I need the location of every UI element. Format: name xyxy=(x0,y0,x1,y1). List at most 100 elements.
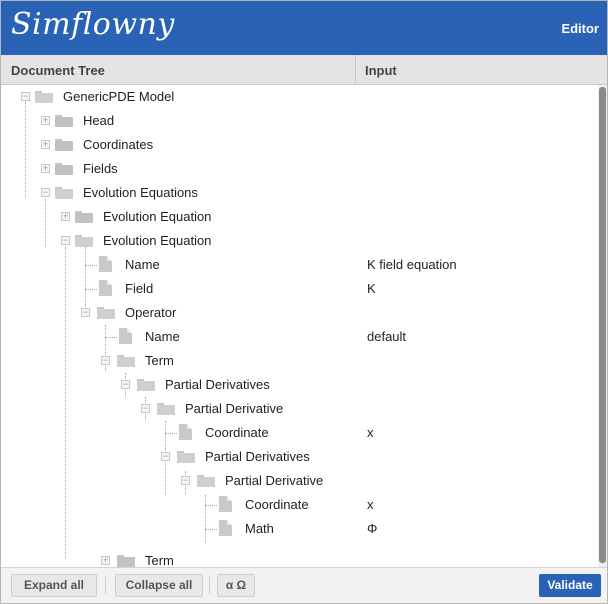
folder-icon xyxy=(55,115,73,127)
expand-toggle[interactable]: + xyxy=(61,212,70,221)
folder-icon xyxy=(55,163,73,175)
symbols-button[interactable]: α Ω xyxy=(217,574,255,597)
tree-node[interactable]: − Evolution Equations xyxy=(1,181,598,205)
document-icon xyxy=(99,280,112,296)
folder-open-icon xyxy=(117,355,135,367)
document-icon xyxy=(119,328,132,344)
collapse-toggle[interactable]: − xyxy=(61,236,70,245)
tree-connector xyxy=(85,289,97,290)
node-label: Head xyxy=(83,113,115,128)
footer-toolbar: Expand all Collapse all α Ω Validate xyxy=(1,567,607,603)
tree-connector xyxy=(105,337,117,338)
collapse-toggle[interactable]: − xyxy=(21,92,30,101)
tree-connector xyxy=(205,505,217,506)
collapse-toggle[interactable]: − xyxy=(81,308,90,317)
expand-toggle[interactable]: + xyxy=(41,116,50,125)
tree-connector xyxy=(85,265,97,266)
node-label: Math xyxy=(245,521,274,536)
document-icon xyxy=(219,496,232,512)
node-label: Evolution Equation xyxy=(103,209,212,224)
tree-node[interactable]: + Fields xyxy=(1,157,598,181)
node-label: Partial Derivative xyxy=(185,401,284,416)
tree-node[interactable]: Coordinate x xyxy=(1,421,598,445)
collapse-toggle[interactable]: − xyxy=(141,404,150,413)
node-value[interactable]: x xyxy=(367,425,374,440)
collapse-toggle[interactable]: − xyxy=(101,356,110,365)
collapse-all-button[interactable]: Collapse all xyxy=(115,574,203,597)
node-label: Term xyxy=(145,353,174,368)
tree-node[interactable]: − Term xyxy=(1,349,598,373)
folder-open-icon xyxy=(197,475,215,487)
node-value[interactable]: Φ xyxy=(367,521,377,536)
folder-icon xyxy=(55,139,73,151)
tree-node[interactable]: − GenericPDE Model xyxy=(1,85,598,109)
node-value[interactable]: K field equation xyxy=(367,257,457,272)
tree-node[interactable]: Name K field equation xyxy=(1,253,598,277)
tree-node[interactable]: Field K xyxy=(1,277,598,301)
folder-open-icon xyxy=(177,451,195,463)
node-label: Coordinate xyxy=(245,497,309,512)
node-label: Coordinates xyxy=(83,137,154,152)
expand-toggle[interactable]: + xyxy=(41,140,50,149)
node-label: Coordinate xyxy=(205,425,269,440)
document-icon xyxy=(99,256,112,272)
tree-node[interactable]: − Partial Derivatives xyxy=(1,445,598,469)
expand-toggle[interactable]: + xyxy=(101,556,110,565)
collapse-toggle[interactable]: − xyxy=(121,380,130,389)
column-input[interactable]: Input xyxy=(365,63,397,78)
document-tree: − GenericPDE Model + Head + Coordinates … xyxy=(1,85,598,567)
tree-node[interactable]: + Evolution Equation xyxy=(1,205,598,229)
tree-node[interactable]: − Partial Derivatives xyxy=(1,373,598,397)
document-icon xyxy=(219,520,232,536)
scrollbar-thumb[interactable] xyxy=(599,87,606,563)
folder-open-icon xyxy=(35,91,53,103)
folder-icon xyxy=(75,211,93,223)
node-label: Name xyxy=(125,257,160,272)
collapse-toggle[interactable]: − xyxy=(41,188,50,197)
collapse-toggle[interactable]: − xyxy=(181,476,190,485)
node-value[interactable]: default xyxy=(367,329,406,344)
toolbar-separator xyxy=(105,577,106,594)
folder-open-icon xyxy=(137,379,155,391)
tree-node[interactable]: − Partial Derivative xyxy=(1,397,598,421)
folder-open-icon xyxy=(55,187,73,199)
node-label: Field xyxy=(125,281,154,296)
node-label: Partial Derivatives xyxy=(205,449,310,464)
node-label: Partial Derivative xyxy=(225,473,324,488)
tree-node[interactable]: − Evolution Equation xyxy=(1,229,598,253)
folder-icon xyxy=(117,555,135,567)
tree-node[interactable]: + Coordinates xyxy=(1,133,598,157)
tree-node[interactable]: Name default xyxy=(1,325,598,349)
node-value[interactable]: K xyxy=(367,281,376,296)
tree-node[interactable]: − Operator xyxy=(1,301,598,325)
column-separator[interactable] xyxy=(355,55,356,85)
node-label: Operator xyxy=(125,305,177,320)
node-label: Evolution Equation xyxy=(103,233,212,248)
node-label: GenericPDE Model xyxy=(63,89,175,104)
tree-node[interactable]: + Head xyxy=(1,109,598,133)
tree-node[interactable]: Math Φ xyxy=(1,517,598,541)
validate-button[interactable]: Validate xyxy=(539,574,601,597)
mode-label: Editor xyxy=(561,21,599,36)
tree-node[interactable]: + Term xyxy=(1,549,598,567)
expand-toggle[interactable]: + xyxy=(41,164,50,173)
expand-all-button[interactable]: Expand all xyxy=(11,574,97,597)
collapse-toggle[interactable]: − xyxy=(161,452,170,461)
toolbar-separator xyxy=(209,577,210,594)
column-document-tree[interactable]: Document Tree xyxy=(11,63,105,78)
app-header: Simflowny Editor xyxy=(1,1,607,55)
node-label: Evolution Equations xyxy=(83,185,198,200)
node-label: Term xyxy=(145,553,174,567)
node-value[interactable]: x xyxy=(367,497,374,512)
folder-open-icon xyxy=(157,403,175,415)
tree-node[interactable]: − Partial Derivative xyxy=(1,469,598,493)
tree-scrollbar[interactable] xyxy=(598,85,607,567)
tree-connector xyxy=(165,433,177,434)
column-header: Document Tree Input xyxy=(1,55,607,85)
app-logo: Simflowny xyxy=(11,7,175,42)
node-label: Partial Derivatives xyxy=(165,377,270,392)
tree-connector xyxy=(205,529,217,530)
document-icon xyxy=(179,424,192,440)
tree-node[interactable]: Coordinate x xyxy=(1,493,598,517)
node-label: Name xyxy=(145,329,180,344)
